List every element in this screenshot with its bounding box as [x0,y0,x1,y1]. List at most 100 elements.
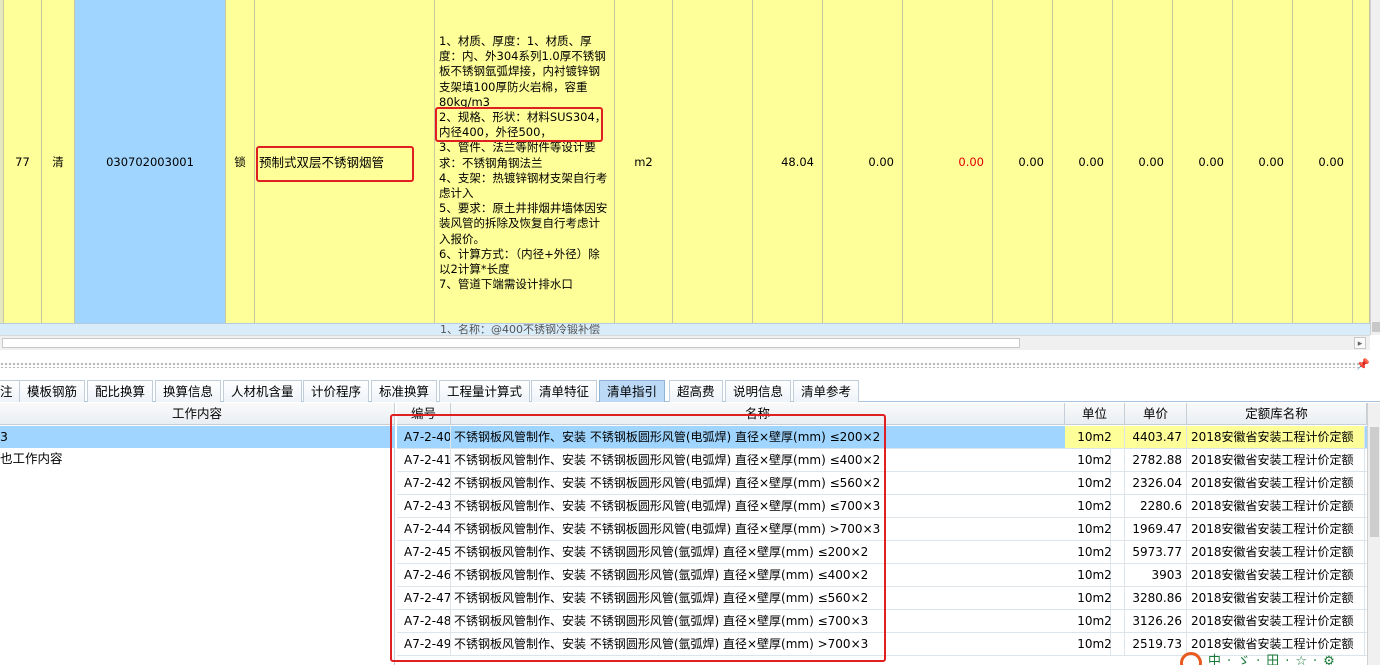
panel-splitter[interactable]: 📌 [0,352,1380,378]
quota-code: A7-2-45 [397,541,451,563]
quota-price: 3280.86 [1125,587,1187,609]
quota-name: 不锈钢板风管制作、安装 不锈钢圆形风管(氩弧焊) 直径×壁厚(mm) >700×… [451,633,1111,655]
unit-cell[interactable]: m2 [615,0,673,323]
quota-row[interactable]: A7-2-48 不锈钢板风管制作、安装 不锈钢圆形风管(氩弧焊) 直径×壁厚(m… [397,610,1367,633]
value-cell[interactable]: 0.00 [1113,0,1173,323]
col-header-code[interactable]: 编号 [397,403,451,425]
scroll-thumb[interactable] [1370,427,1379,537]
work-content-header[interactable]: 工作内容 [0,403,395,425]
quota-name: 不锈钢板风管制作、安装 不锈钢圆形风管(氩弧焊) 直径×壁厚(mm) ≤400×… [451,564,1111,586]
quota-unit: 10m2 [1065,633,1125,655]
work-content-row[interactable]: 3 [0,426,395,448]
scroll-thumb[interactable] [2,338,1020,348]
quota-unit: 10m2 [1065,472,1125,494]
value-cell[interactable]: 0.00 [993,0,1053,323]
work-content-panel: 工作内容 3 也工作内容 [0,403,395,665]
quota-name: 不锈钢板风管制作、安装 不锈钢圆形风管(氩弧焊) 直径×壁厚(mm) ≤700×… [451,610,1111,632]
col-header-unit[interactable]: 单位 [1065,403,1125,425]
ime-toolbar-icons[interactable]: 中·ゞ·田·☆·⚙ [1208,652,1341,665]
tab-height-fee[interactable]: 超高费 [669,380,723,402]
quota-guide-table: 编号 名称 单位 单价 定额库名称 A7-2-40 不锈钢板风管制作、安装 不锈… [397,403,1380,665]
work-content-row-label: 也工作内容 [0,451,63,466]
quota-row[interactable]: A7-2-41 不锈钢板风管制作、安装 不锈钢板圆形风管(电弧焊) 直径×壁厚(… [397,449,1367,472]
quota-unit: 10m2 [1065,426,1125,448]
quota-price: 5973.77 [1125,541,1187,563]
top-vertical-scrollbar[interactable] [1370,0,1380,335]
tab-labor-material-machine[interactable]: 人材机含量 [223,380,302,402]
quota-price: 2280.6 [1125,495,1187,517]
quota-name: 不锈钢板风管制作、安装 不锈钢板圆形风管(电弧焊) 直径×壁厚(mm) >700… [451,518,1111,540]
seq-cell[interactable]: 77 [4,0,42,323]
bill-grid: 77 清 030702003001 锁 预制式双层不锈钢烟管 1、材质、厚度：1… [0,0,1370,323]
quota-code: A7-2-46 [397,564,451,586]
tab-template-rebar[interactable]: 模板钢筋 [19,380,86,402]
tab-bill-features[interactable]: 清单特征 [531,380,598,402]
quota-lib: 2018安徽省安装工程计价定额 [1187,587,1365,609]
value-cell[interactable]: 0.00 [1293,0,1353,323]
quota-unit: 10m2 [1065,564,1125,586]
quota-row[interactable]: A7-2-45 不锈钢板风管制作、安装 不锈钢圆形风管(氩弧焊) 直径×壁厚(m… [397,541,1367,564]
ime-toolbar[interactable]: 中·ゞ·田·☆·⚙ [1178,652,1380,665]
quota-row[interactable]: A7-2-40 不锈钢板风管制作、安装 不锈钢板圆形风管(电弧焊) 直径×壁厚(… [397,426,1367,449]
tab-mix-conversion[interactable]: 配比换算 [87,380,154,402]
quota-row[interactable]: A7-2-46 不锈钢板风管制作、安装 不锈钢圆形风管(氩弧焊) 直径×壁厚(m… [397,564,1367,587]
top-horizontal-scrollbar[interactable]: ▸ [0,335,1370,350]
quota-unit: 10m2 [1065,449,1125,471]
col-header-price[interactable]: 单价 [1125,403,1187,425]
scroll-right-arrow-icon[interactable]: ▸ [1354,337,1366,349]
value-cell[interactable]: 0.00 [1233,0,1293,323]
detail-tabbar: 注 模板钢筋 配比换算 换算信息 人材机含量 计价程序 标准换算 工程量计算式 … [0,378,1380,402]
tab-conversion-info[interactable]: 换算信息 [155,380,222,402]
quota-row[interactable]: A7-2-44 不锈钢板风管制作、安装 不锈钢板圆形风管(电弧焊) 直径×壁厚(… [397,518,1367,541]
quota-lib: 2018安徽省安装工程计价定额 [1187,495,1365,517]
description-cell[interactable]: 1、材质、厚度：1、材质、厚度：内、外304系列1.0厚不锈钢板不锈钢氩弧焊接，… [435,0,615,323]
tab-note[interactable]: 注 [0,380,21,402]
quota-row[interactable]: A7-2-42 不锈钢板风管制作、安装 不锈钢板圆形风管(电弧焊) 直径×壁厚(… [397,472,1367,495]
blank-cell[interactable] [1353,0,1370,323]
quota-row[interactable]: A7-2-47 不锈钢板风管制作、安装 不锈钢圆形风管(氩弧焊) 直径×壁厚(m… [397,587,1367,610]
type-cell[interactable]: 清 [42,0,75,323]
quota-unit: 10m2 [1065,518,1125,540]
quota-name: 不锈钢板风管制作、安装 不锈钢板圆形风管(电弧焊) 直径×壁厚(mm) ≤200… [451,426,1111,448]
code-cell[interactable]: 030702003001 [75,0,226,323]
quantity-cell[interactable]: 48.04 [753,0,823,323]
tab-pricing-procedure[interactable]: 计价程序 [303,380,370,402]
value-cell-red[interactable]: 0.00 [903,0,993,323]
splitter-grip[interactable] [0,362,1360,368]
tab-description[interactable]: 说明信息 [725,380,792,402]
col-header-lib[interactable]: 定额库名称 [1187,403,1367,425]
next-row-peek[interactable]: 1、名称：@400不锈钢冷锻补偿 [0,323,1370,335]
quota-lib: 2018安徽省安装工程计价定额 [1187,449,1365,471]
quota-price: 2782.88 [1125,449,1187,471]
quota-code: A7-2-44 [397,518,451,540]
quota-row[interactable]: A7-2-43 不锈钢板风管制作、安装 不锈钢板圆形风管(电弧焊) 直径×壁厚(… [397,495,1367,518]
quota-code: A7-2-47 [397,587,451,609]
quota-table-scrollbar[interactable] [1367,403,1380,665]
blank-cell[interactable] [673,0,753,323]
value-cell[interactable]: 0.00 [1173,0,1233,323]
quota-code: A7-2-43 [397,495,451,517]
quota-unit: 10m2 [1065,610,1125,632]
tab-bill-reference[interactable]: 清单参考 [793,380,860,402]
name-cell[interactable]: 预制式双层不锈钢烟管 [255,0,435,323]
quota-lib: 2018安徽省安装工程计价定额 [1187,518,1365,540]
quota-name: 不锈钢板风管制作、安装 不锈钢圆形风管(氩弧焊) 直径×壁厚(mm) ≤200×… [451,541,1111,563]
tab-bill-guide[interactable]: 清单指引 [599,380,666,402]
pin-icon[interactable]: 📌 [1356,358,1370,371]
tab-standard-conversion[interactable]: 标准换算 [371,380,438,402]
value-cell[interactable]: 0.00 [823,0,903,323]
next-row-text: 1、名称：@400不锈钢冷锻补偿 [440,323,600,335]
quota-price: 3126.26 [1125,610,1187,632]
app-window: 77 清 030702003001 锁 预制式双层不锈钢烟管 1、材质、厚度：1… [0,0,1380,665]
lock-cell[interactable]: 锁 [226,0,255,323]
quota-lib: 2018安徽省安装工程计价定额 [1187,610,1365,632]
quota-name: 不锈钢板风管制作、安装 不锈钢板圆形风管(电弧焊) 直径×壁厚(mm) ≤700… [451,495,1111,517]
tab-quantity-formula[interactable]: 工程量计算式 [439,380,531,402]
col-header-name[interactable]: 名称 [451,403,1065,425]
quota-lib: 2018安徽省安装工程计价定额 [1187,541,1365,563]
scroll-thumb[interactable] [1372,322,1380,332]
value-cell[interactable]: 0.00 [1053,0,1113,323]
quota-price: 3903 [1125,564,1187,586]
sogou-logo-icon[interactable] [1180,652,1202,665]
work-content-row[interactable]: 也工作内容 [0,448,395,470]
